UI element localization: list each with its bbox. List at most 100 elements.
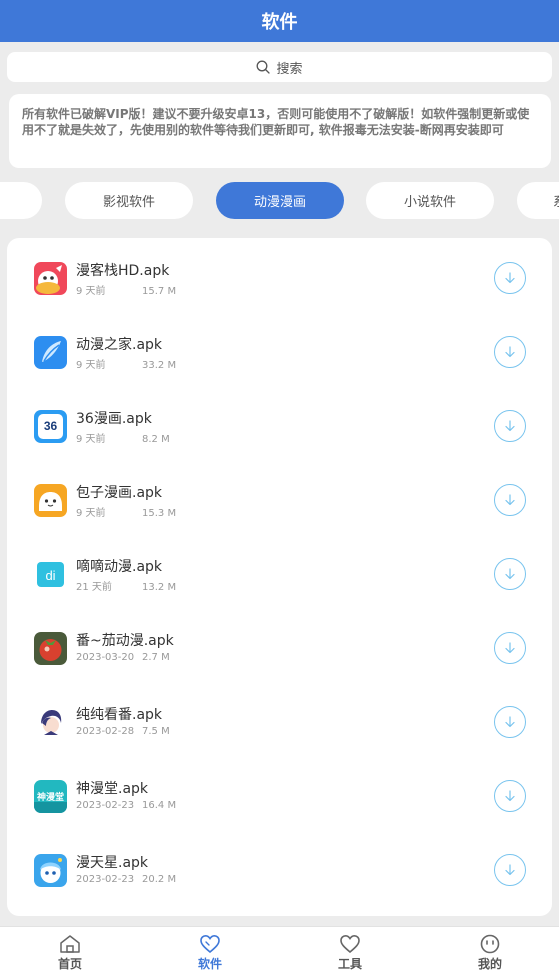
- tab-label: 小说软件: [403, 195, 456, 210]
- nav-me[interactable]: 我的: [420, 927, 559, 975]
- app-size: 2.7 M: [142, 652, 170, 663]
- app-date: 2023-02-23: [76, 800, 135, 811]
- app-name: 漫天星.apk: [76, 855, 149, 871]
- tab-label: 动漫漫画: [253, 195, 306, 210]
- heart-icon: [200, 934, 220, 954]
- app-size: 8.2 M: [142, 434, 170, 445]
- download-button[interactable]: [494, 336, 526, 368]
- download-button[interactable]: [494, 410, 526, 442]
- svg-text:36: 36: [44, 419, 58, 433]
- app-meta: 9 天前 15.7 M: [76, 282, 176, 297]
- app-size: 33.2 M: [142, 360, 177, 371]
- bottom-navigation: 首页 软件 工具 我的: [0, 926, 559, 975]
- app-date: 2023-03-20: [76, 652, 135, 663]
- app-meta: 2023-02-28 7.5 M: [76, 726, 170, 737]
- tab-label: 影视软件: [102, 195, 155, 210]
- download-arrow-icon: [505, 642, 515, 654]
- fanqie-app-icon: [34, 632, 67, 665]
- list-item[interactable]: di 嘀嘀动漫.apk 21 天前 13.2 M: [7, 545, 552, 619]
- app-name: 纯纯看番.apk: [76, 707, 163, 723]
- nav-home[interactable]: 首页: [0, 927, 140, 975]
- app-name: 神漫堂.apk: [76, 781, 149, 797]
- smiley-icon: [480, 934, 500, 954]
- list-item[interactable]: 纯纯看番.apk 2023-02-28 7.5 M: [7, 693, 552, 767]
- app-meta: 9 天前 8.2 M: [76, 430, 170, 445]
- search-bar[interactable]: 搜索: [7, 52, 552, 82]
- download-arrow-icon: [505, 420, 515, 432]
- download-arrow-icon: [505, 716, 515, 728]
- list-item[interactable]: 漫天星.apk 2023-02-23 20.2 M: [7, 841, 552, 915]
- download-arrow-icon: [505, 272, 515, 284]
- list-item[interactable]: 神漫堂 神漫堂.apk 2023-02-23 16.4 M: [7, 767, 552, 841]
- tab-label: 系: [553, 191, 559, 210]
- home-icon: [60, 935, 80, 953]
- app-name: 嘀嘀动漫.apk: [76, 559, 163, 575]
- nav-label: 我的: [477, 957, 502, 971]
- list-item[interactable]: 动漫之家.apk 9 天前 33.2 M: [7, 323, 552, 397]
- shenmantang-app-icon: 神漫堂: [34, 780, 67, 813]
- app-meta: 21 天前 13.2 M: [76, 578, 176, 593]
- download-arrow-icon: [505, 346, 515, 358]
- app-size: 7.5 M: [142, 726, 170, 737]
- download-button[interactable]: [494, 706, 526, 738]
- didi-app-icon: di: [34, 558, 67, 591]
- list-item[interactable]: 漫客栈HD.apk 9 天前 15.7 M: [7, 249, 552, 323]
- list-item[interactable]: 番~茄动漫.apk 2023-03-20 2.7 M: [7, 619, 552, 693]
- download-arrow-icon: [505, 864, 515, 876]
- nav-label: 软件: [197, 957, 222, 971]
- heart-outline-icon: [340, 934, 360, 954]
- app-size: 15.7 M: [142, 286, 177, 297]
- list-item[interactable]: 包子漫画.apk 9 天前 15.3 M: [7, 471, 552, 545]
- download-button[interactable]: [494, 558, 526, 590]
- app-meta: 2023-02-23 20.2 M: [76, 874, 176, 885]
- page-title: 软件: [261, 12, 298, 33]
- nav-software[interactable]: 软件: [140, 927, 280, 975]
- app-date: 9 天前: [76, 434, 106, 445]
- app-date: 9 天前: [76, 360, 106, 371]
- notice-text: 所有软件已破解VIP版！建议不要升级安卓13，否则可能使用不了破解版！如软件强制…: [22, 107, 530, 137]
- svg-text:神漫堂: 神漫堂: [37, 791, 64, 803]
- tab-novel-software[interactable]: 小说软件: [366, 182, 494, 219]
- app-size: 16.4 M: [142, 800, 177, 811]
- app-date: 2023-02-28: [76, 726, 135, 737]
- app-name: 动漫之家.apk: [76, 337, 163, 353]
- download-button[interactable]: [494, 854, 526, 886]
- dongmanzhijia-app-icon: [34, 336, 67, 369]
- app-meta: 9 天前 15.3 M: [76, 504, 176, 519]
- chunchun-app-icon: [34, 706, 67, 739]
- search-icon: [257, 60, 271, 74]
- download-arrow-icon: [505, 568, 515, 580]
- app-size: 13.2 M: [142, 582, 177, 593]
- mantianxing-app-icon: [34, 854, 67, 887]
- app-name: 36漫画.apk: [76, 411, 152, 427]
- download-arrow-icon: [505, 494, 515, 506]
- download-button[interactable]: [494, 780, 526, 812]
- baozi-app-icon: [34, 484, 67, 517]
- search-placeholder: 搜索: [276, 61, 303, 77]
- list-item[interactable]: 36 36漫画.apk 9 天前 8.2 M: [7, 397, 552, 471]
- nav-label: 工具: [337, 957, 362, 971]
- download-button[interactable]: [494, 262, 526, 294]
- tab-anime-comics[interactable]: 动漫漫画: [216, 182, 344, 219]
- nav-tools[interactable]: 工具: [280, 927, 420, 975]
- download-button[interactable]: [494, 632, 526, 664]
- tab-video-software[interactable]: 影视软件: [65, 182, 193, 219]
- tab-previous[interactable]: [0, 182, 42, 219]
- app-meta: 2023-03-20 2.7 M: [76, 652, 170, 663]
- app-header: 软件: [0, 0, 559, 42]
- app-size: 20.2 M: [142, 874, 177, 885]
- download-button[interactable]: [494, 484, 526, 516]
- notice-card: 所有软件已破解VIP版！建议不要升级安卓13，否则可能使用不了破解版！如软件强制…: [9, 94, 551, 168]
- app-name: 包子漫画.apk: [76, 485, 163, 501]
- app-name: 番~茄动漫.apk: [76, 633, 174, 649]
- app-meta: 9 天前 33.2 M: [76, 356, 176, 371]
- app-date: 2023-02-23: [76, 874, 135, 885]
- app-list: 漫客栈HD.apk 9 天前 15.7 M 动漫之家.apk 9 天前 33.2 M…: [7, 238, 552, 916]
- app-date: 21 天前: [76, 582, 112, 593]
- category-tabs: 影视软件 动漫漫画 小说软件 系: [0, 182, 559, 220]
- tab-next[interactable]: 系: [517, 182, 559, 219]
- app-date: 9 天前: [76, 286, 106, 297]
- app-meta: 2023-02-23 16.4 M: [76, 800, 176, 811]
- mankezhan-app-icon: [34, 262, 67, 295]
- app-date: 9 天前: [76, 508, 106, 519]
